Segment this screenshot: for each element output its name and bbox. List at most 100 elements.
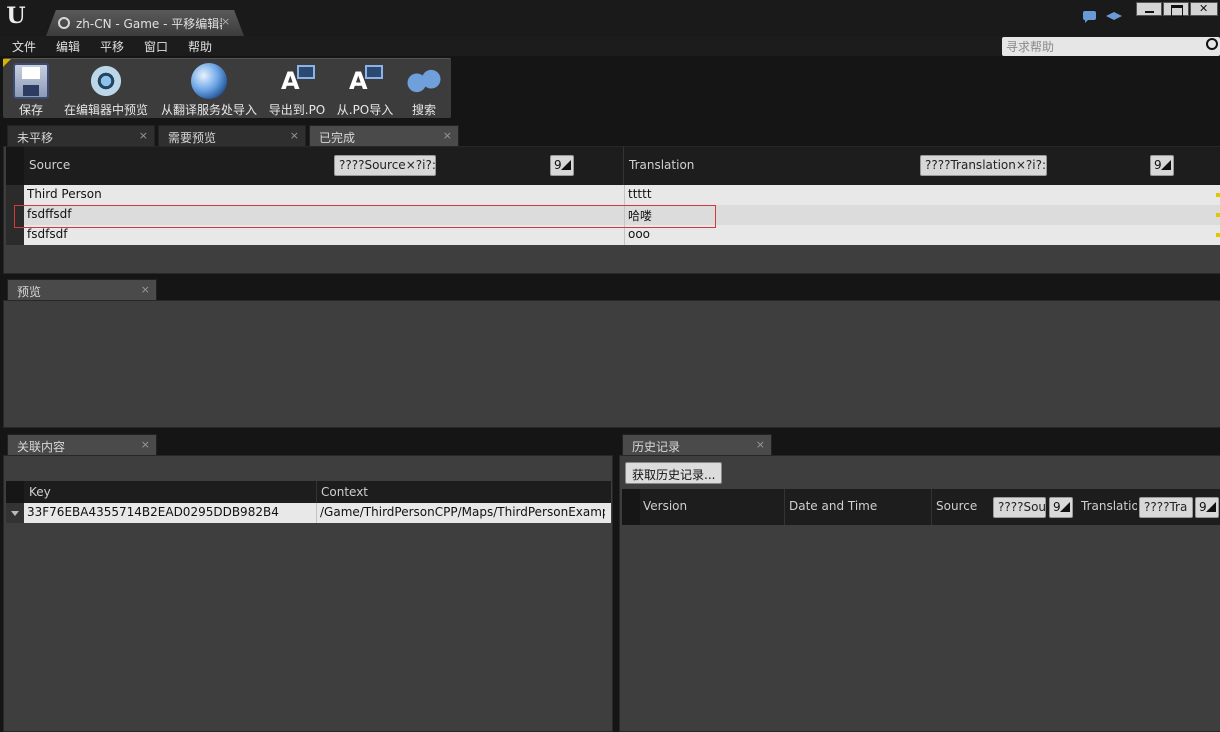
translation-column-header[interactable]: Translation [629, 158, 694, 172]
context-tab-strip: 关联内容 × [0, 434, 612, 456]
menu-help[interactable]: 帮助 [188, 38, 212, 55]
key-column-header[interactable]: Key [29, 485, 51, 499]
export-icon: A [279, 63, 315, 99]
source-column-header[interactable]: Source [29, 158, 70, 172]
translation-filter-button[interactable]: ????Translation×?i?: [920, 155, 1047, 176]
export-po-button[interactable]: A 导出到.PO [266, 59, 328, 119]
import-po-button[interactable]: A 从.PO导入 [334, 59, 396, 119]
close-tab-icon[interactable]: × [221, 15, 230, 28]
translation-table-header: Source ????Source×?i?: 9 Translation ???… [6, 147, 1220, 185]
translation-tab-strip: 未平移 × 需要预览 × 已完成 × [0, 125, 1220, 147]
close-icon[interactable]: × [141, 283, 150, 296]
get-history-button[interactable]: 获取历史记录... [625, 462, 723, 484]
tab-needs-review-label: 需要预览 [168, 131, 217, 145]
preview-tab-strip: 预览 × [0, 279, 1220, 301]
version-column-header[interactable]: Version [643, 499, 687, 513]
table-row[interactable]: Third Person ttttt [24, 185, 1220, 205]
minimize-button[interactable] [1136, 2, 1162, 16]
translation-sort-button[interactable]: 9 [1150, 155, 1174, 176]
toolbar: 保存 在编辑器中预览 从翻译服务处导入 A 导出到.PO A 从.PO导入 搜索 [3, 58, 451, 118]
history-table-header: Version Date and Time Source ????Sou 9 T… [622, 489, 1220, 525]
help-search-input[interactable] [1002, 37, 1202, 56]
export-po-label: 导出到.PO [268, 103, 326, 117]
status-marker [1216, 233, 1220, 237]
search-label: 搜索 [411, 103, 436, 117]
close-icon[interactable]: × [141, 438, 150, 451]
preview-in-editor-button[interactable]: 在编辑器中预览 [61, 59, 151, 119]
close-icon[interactable]: × [443, 129, 452, 142]
source-cell: fsdffsdf [27, 207, 72, 221]
menu-file[interactable]: 文件 [12, 38, 36, 55]
save-label: 保存 [18, 103, 43, 117]
history-translation-column-header[interactable]: Translatio [1081, 499, 1137, 513]
eye-icon [88, 63, 124, 99]
row-expander[interactable] [6, 503, 24, 523]
globe-icon [191, 63, 227, 99]
datetime-column-header[interactable]: Date and Time [789, 499, 877, 513]
table-row[interactable]: 33F76EBA4355714B2EAD0295DDB982B4 /Game/T… [24, 503, 611, 523]
history-translation-filter-button[interactable]: ????Tra [1139, 497, 1193, 518]
tab-preview[interactable]: 预览 × [7, 279, 157, 301]
table-row[interactable]: fsdfsdf ooo [24, 225, 1220, 245]
close-icon[interactable]: × [756, 438, 765, 451]
tab-history-label: 历史记录 [632, 440, 681, 454]
title-bar: U zh-CN - Game - 平移编辑器 × [0, 0, 1220, 36]
tab-untranslated[interactable]: 未平移 × [7, 125, 155, 147]
source-filter-button[interactable]: ????Source×?i?: [334, 155, 436, 176]
document-tab-title: zh-CN - Game - 平移编辑器 [76, 17, 222, 31]
source-cell: Third Person [27, 187, 102, 201]
history-tab-strip: 历史记录 × [618, 434, 1220, 456]
chat-icon[interactable] [1082, 10, 1100, 24]
search-icon[interactable] [1206, 38, 1218, 50]
table-row[interactable]: fsdffsdf 哈喽 [24, 205, 1220, 225]
close-icon[interactable]: × [290, 129, 299, 142]
menu-translation[interactable]: 平移 [100, 38, 124, 55]
document-tab[interactable]: zh-CN - Game - 平移编辑器 × [46, 10, 244, 36]
menu-edit[interactable]: 编辑 [56, 38, 80, 55]
sort-arrow-icon [1161, 160, 1171, 170]
tab-completed[interactable]: 已完成 × [309, 125, 459, 147]
translation-cell[interactable]: 哈喽 [628, 207, 1208, 224]
chevron-down-icon[interactable] [11, 511, 19, 516]
import-po-label: 从.PO导入 [336, 103, 394, 117]
tab-context[interactable]: 关联内容 × [7, 434, 157, 456]
search-button[interactable]: 搜索 [401, 59, 447, 119]
sort-arrow-icon [561, 160, 571, 170]
history-translation-sort-button[interactable]: 9 [1195, 497, 1219, 518]
help-search-box[interactable] [1002, 37, 1220, 56]
status-marker [1216, 213, 1220, 217]
save-button[interactable]: 保存 [7, 59, 55, 119]
learn-icon[interactable] [1106, 10, 1124, 24]
history-source-sort-button[interactable]: 9 [1049, 497, 1073, 518]
row-handle[interactable] [6, 185, 24, 205]
maximize-button[interactable] [1163, 2, 1189, 17]
status-marker [1216, 193, 1220, 197]
source-cell: fsdfsdf [27, 227, 68, 241]
import-from-service-button[interactable]: 从翻译服务处导入 [158, 59, 260, 119]
context-cell: /Game/ThirdPersonCPP/Maps/ThirdPersonExa… [320, 505, 605, 519]
history-source-filter-button[interactable]: ????Sou [993, 497, 1046, 518]
import-icon: A [347, 63, 383, 99]
document-tab-icon [58, 17, 70, 29]
tab-completed-label: 已完成 [319, 131, 356, 145]
source-sort-button[interactable]: 9 [550, 155, 574, 176]
tab-history[interactable]: 历史记录 × [622, 434, 772, 456]
row-handle[interactable] [6, 225, 24, 245]
key-cell: 33F76EBA4355714B2EAD0295DDB982B4 [27, 505, 279, 519]
tab-context-label: 关联内容 [17, 440, 66, 454]
translation-cell[interactable]: ttttt [628, 187, 1208, 201]
menu-window[interactable]: 窗口 [144, 38, 168, 55]
import-from-service-label: 从翻译服务处导入 [160, 103, 257, 117]
tab-preview-label: 预览 [17, 285, 42, 299]
preview-in-editor-label: 在编辑器中预览 [63, 103, 148, 117]
tab-needs-review[interactable]: 需要预览 × [158, 125, 306, 147]
context-column-header[interactable]: Context [321, 485, 368, 499]
sort-arrow-icon [1060, 502, 1070, 512]
preview-panel [3, 300, 1220, 428]
row-handle[interactable] [6, 205, 24, 225]
close-window-button[interactable] [1190, 2, 1218, 16]
close-icon[interactable]: × [139, 129, 148, 142]
translation-cell[interactable]: ooo [628, 227, 1208, 241]
history-source-column-header[interactable]: Source [936, 499, 977, 513]
binoculars-icon [406, 63, 442, 99]
